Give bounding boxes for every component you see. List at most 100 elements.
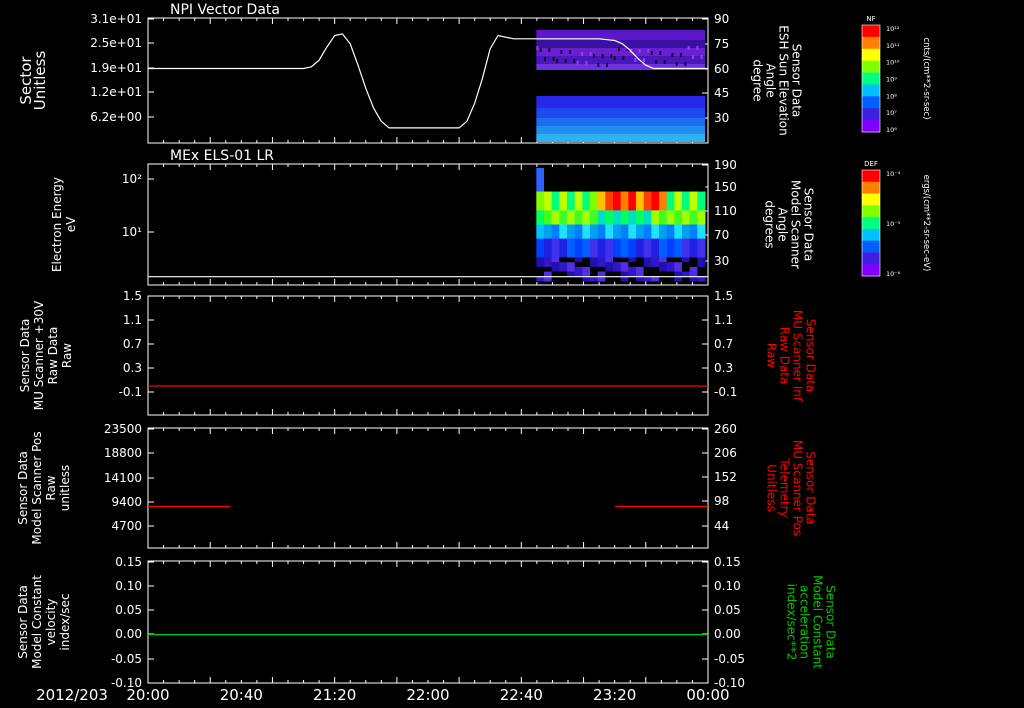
spectrogram-cell [682, 182, 691, 188]
spectrogram-cell [651, 210, 660, 216]
colorbar-segment [862, 264, 880, 277]
spectrogram-cell [674, 200, 683, 207]
spectrogram-cell [682, 243, 691, 249]
spectrogram-cell [674, 257, 683, 263]
spectrogram-cell [689, 172, 698, 178]
spectrogram-cell [544, 191, 553, 197]
spectrogram-cell [643, 168, 652, 174]
spectrogram-cell [666, 168, 675, 174]
spectrogram-cell [605, 229, 614, 235]
spectrogram-cell [559, 257, 568, 263]
spectrogram-cell [559, 182, 568, 188]
spectrogram-cell [620, 205, 629, 211]
spectrogram-cell [567, 172, 576, 178]
spectrogram-cell [697, 224, 706, 230]
spectrogram-cell [536, 177, 545, 183]
spectrogram-cell [659, 233, 668, 240]
spectrogram-cell [551, 252, 560, 258]
spectrogram-cell [544, 172, 553, 178]
right-axis-label: MU Scanner Pos [791, 440, 805, 536]
spectrogram-cell [636, 168, 645, 174]
spectrogram-speckle [687, 46, 690, 50]
spectrogram-cell [536, 233, 545, 240]
colorbar-segment [862, 48, 880, 62]
spectrogram-cell [697, 196, 706, 202]
spectrogram-cell [544, 266, 553, 273]
left-tick-label: 2.5e+01 [90, 36, 142, 50]
spectrogram-cell [567, 215, 576, 221]
right-axis-label: Telemetry [778, 457, 792, 517]
spectrogram-cell [582, 252, 591, 258]
spectrogram-cell [582, 168, 591, 174]
spectrogram-cell [628, 229, 637, 235]
spectrogram-cell [682, 252, 691, 258]
spectrogram-cell [613, 243, 622, 249]
spectrogram-cell [574, 271, 583, 277]
spectrogram-cell [582, 210, 591, 216]
spectrogram-cell [590, 224, 599, 230]
spectrogram-cell [674, 271, 683, 277]
spectrogram-cell [636, 186, 645, 193]
spectrogram-cell [651, 215, 660, 221]
right-tick-label: 190 [714, 158, 737, 172]
spectrogram-cell [567, 233, 576, 240]
spectrogram-cell [590, 191, 599, 197]
spectrogram-cell [689, 219, 698, 225]
spectrogram-cell [636, 177, 645, 183]
colorbar-segment [862, 120, 880, 133]
colorbar-segment [862, 217, 880, 230]
spectrogram-cell [636, 233, 645, 240]
spectrogram-cell [636, 248, 645, 254]
spectrogram-cell [582, 243, 591, 249]
spectrogram-cell [628, 215, 637, 221]
colorbar-segment [862, 252, 880, 265]
spectrogram-cell [636, 219, 645, 225]
spectrogram-cell [697, 271, 706, 277]
spectrogram-cell [536, 252, 545, 258]
spectrogram-cell [651, 252, 660, 258]
spectrogram-cell [674, 168, 683, 174]
spectrogram-speckle [573, 59, 576, 63]
spectrogram-cell [567, 200, 576, 207]
spectrogram-cell [697, 252, 706, 258]
spectrogram-cell [666, 257, 675, 263]
spectrogram-cell [674, 210, 683, 216]
spectrogram-cell [567, 224, 576, 230]
right-tick-label: 0.10 [714, 579, 741, 593]
spectrogram-cell [582, 205, 591, 211]
spectrogram-cell [628, 271, 637, 277]
spectrogram-cell [659, 219, 668, 225]
spectrogram-cell [551, 266, 560, 273]
spectrogram-speckle [610, 54, 613, 58]
right-axis-label: degrees [763, 200, 777, 248]
spectrogram-cell [605, 196, 614, 202]
spectrogram-cell [636, 271, 645, 277]
spectrogram-speckle [536, 46, 539, 50]
spectrogram-cell [536, 168, 545, 174]
colorbar-tick-label: 10⁶ [886, 126, 897, 134]
spectrogram-cell [628, 262, 637, 268]
spectrogram-band [536, 108, 705, 118]
spectrogram-cell [689, 224, 698, 230]
spectrogram-cell [567, 257, 576, 263]
left-axis-label: Raw Data [46, 327, 60, 385]
spectrogram-cell [544, 224, 553, 230]
spectrogram-cell [636, 200, 645, 207]
spectrogram-cell [544, 257, 553, 263]
spectrogram-cell [597, 177, 606, 183]
spectrogram-cell [597, 182, 606, 188]
spectrogram-speckle [643, 58, 645, 62]
spectrogram-cell [597, 172, 606, 178]
spectrogram-speckle [655, 60, 657, 64]
colorbar-segment [862, 170, 880, 183]
spectrogram-cell [590, 182, 599, 188]
spectrogram-cell [651, 229, 660, 235]
spectrogram-cell [544, 233, 553, 240]
spectrogram-cell [551, 186, 560, 193]
time-series-figure: 3.1e+01 2.5e+01 1.9e+01 1.2e+01 6.2e+00 90 75 6… [16, 2, 931, 704]
left-tick-label: 14100 [104, 471, 142, 485]
colorbar-segment [862, 205, 880, 218]
spectrogram-cell [536, 243, 545, 249]
spectrogram-cell [567, 243, 576, 249]
spectrogram-cell [674, 205, 683, 211]
